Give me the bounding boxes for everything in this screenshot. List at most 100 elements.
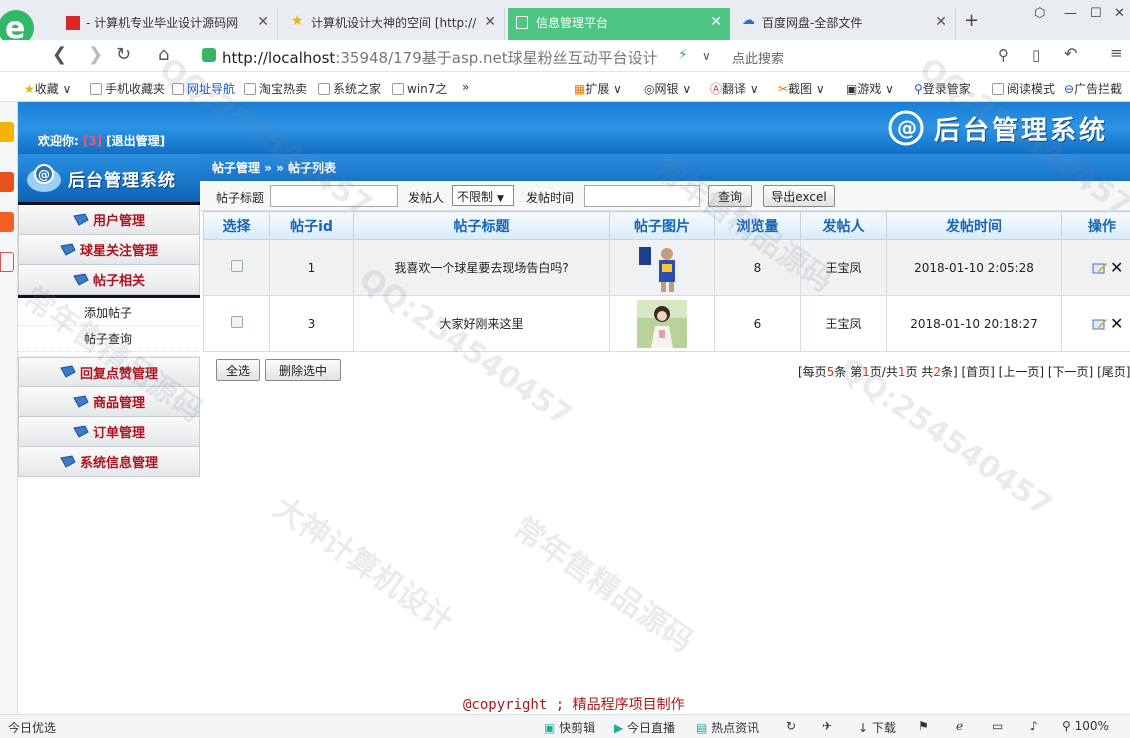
lightning-icon[interactable]: ⚡ — [678, 47, 688, 63]
tab-close-icon[interactable]: ✕ — [484, 14, 496, 30]
row-checkbox[interactable] — [230, 260, 243, 272]
bookmark-screenshot[interactable]: ✂截图 ∨ — [778, 80, 825, 97]
status-download[interactable]: ↓ 下载 — [858, 719, 896, 736]
title-filter-input[interactable] — [270, 185, 398, 207]
bookmark-win7[interactable]: win7之 — [392, 80, 447, 97]
menu-item-user-management[interactable]: 用户管理 — [18, 205, 200, 235]
search-button[interactable]: 查询 — [708, 185, 752, 207]
edit-icon[interactable] — [1092, 262, 1108, 274]
tab-close-icon[interactable]: ✕ — [710, 14, 722, 30]
post-thumbnail[interactable] — [637, 299, 687, 348]
menu-item-label: 回复点赞管理 — [79, 366, 158, 382]
bookmark-nav[interactable]: 网址导航 — [172, 80, 235, 97]
home-button[interactable]: ⌂ — [158, 44, 169, 65]
status-live[interactable]: ▶ 今日直播 — [614, 719, 675, 736]
delete-icon[interactable]: ✕ — [1110, 258, 1123, 277]
tab-close-icon[interactable]: ✕ — [257, 14, 269, 30]
submenu-add-post[interactable]: 添加帖子 — [18, 300, 200, 326]
back-button[interactable]: ❮ — [52, 44, 67, 65]
tab-baidu-pan[interactable]: ☁ 百度网盘-全部文件 ✕ — [734, 8, 956, 40]
status-refresh-icon[interactable]: ↻ — [786, 719, 796, 733]
bookmark-extensions[interactable]: ▦扩展 ∨ — [574, 80, 622, 97]
status-hot-news[interactable]: ▤ 热点资讯 — [696, 719, 759, 736]
tab-close-icon[interactable]: ✕ — [935, 14, 947, 30]
bookmark-bar: ★收藏 ∨ 手机收藏夹 网址导航 淘宝热卖 系统之家 win7之 » ▦扩展 ∨… — [0, 72, 1130, 102]
bookmark-games[interactable]: ▣游戏 ∨ — [846, 80, 894, 97]
maximize-button[interactable]: ☐ — [1090, 6, 1102, 21]
status-volume-icon[interactable]: ♪ — [1030, 719, 1038, 733]
bookmark-taobao[interactable]: 淘宝热卖 — [244, 80, 307, 97]
bookmark-xitong[interactable]: 系统之家 — [318, 80, 381, 97]
menu-item-goods[interactable]: 商品管理 — [18, 387, 200, 417]
bookmark-favorites[interactable]: ★收藏 ∨ — [24, 80, 71, 97]
sidebar-app-icon[interactable] — [0, 122, 14, 142]
bookmark-translate[interactable]: Ⓐ翻译 ∨ — [710, 80, 759, 97]
bookmark-mobile[interactable]: 手机收藏夹 — [90, 80, 165, 97]
sidebar-game-icon[interactable] — [0, 252, 14, 272]
menu-item-posts[interactable]: 帖子相关 — [18, 265, 200, 295]
row-checkbox[interactable] — [230, 316, 243, 328]
page-icon — [392, 83, 404, 95]
status-today-picks[interactable]: 今日优选 — [8, 719, 56, 736]
sidebar-taobao-icon[interactable] — [0, 212, 14, 232]
menu-item-star-follow[interactable]: 球星关注管理 — [18, 235, 200, 265]
new-tab-button[interactable]: + — [964, 10, 979, 31]
tab-space[interactable]: ★ 计算机设计大神的空间 [http:// ✕ — [283, 8, 505, 40]
chat-bubble-icon — [73, 424, 89, 438]
pagination: [每页5条 第1页/共1页 共2条] [首页] [上一页] [下一页] [尾页] — [798, 363, 1130, 380]
status-zoom[interactable]: ⚲ 100% — [1062, 719, 1109, 733]
logout-link[interactable]: [退出管理] — [106, 134, 165, 148]
bookmark-label: » — [462, 80, 470, 94]
bookmark-reading-mode[interactable]: 阅读模式 — [992, 80, 1055, 97]
export-excel-button[interactable]: 导出excel — [763, 185, 835, 207]
svg-text:@: @ — [897, 116, 917, 140]
block-icon: ⊖ — [1064, 82, 1075, 96]
status-ie-icon[interactable]: ℯ — [956, 719, 963, 733]
mobile-icon[interactable]: ▯ — [1032, 46, 1040, 64]
select-all-button[interactable]: 全选 — [216, 359, 260, 381]
search-icon[interactable]: ⚲ — [998, 46, 1009, 64]
bookmark-more[interactable]: » — [462, 80, 469, 94]
close-window-button[interactable]: ✕ — [1114, 6, 1125, 21]
status-window-icon[interactable]: ▭ — [992, 719, 1003, 733]
submenu-query-post[interactable]: 帖子查询 — [18, 326, 200, 352]
skin-icon[interactable]: ⬡ — [1034, 6, 1045, 21]
menu-item-reply-like[interactable]: 回复点赞管理 — [18, 357, 200, 387]
forward-button[interactable]: ❯ — [88, 44, 103, 65]
sidebar-weibo-icon[interactable] — [0, 172, 14, 192]
status-label: 今日直播 — [627, 721, 676, 735]
edit-icon[interactable] — [1092, 318, 1108, 330]
menu-item-orders[interactable]: 订单管理 — [18, 417, 200, 447]
chat-bubble-icon — [73, 394, 89, 408]
menu-item-label: 帖子相关 — [92, 274, 145, 289]
menu-item-system-info[interactable]: 系统信息管理 — [18, 447, 200, 477]
delete-selected-button[interactable]: 删除选中 — [265, 359, 341, 381]
status-tool-icon[interactable]: ✈ — [822, 719, 832, 733]
bookmark-login-manager[interactable]: ⚲登录管家 — [914, 80, 971, 97]
tab-source-site[interactable]: - 计算机专业毕业设计源码网 ✕ — [58, 8, 278, 40]
tab-info-platform[interactable]: 信息管理平台 ✕ — [508, 8, 730, 40]
app-header: 欢迎你: [3] [退出管理] @ 后台管理系统 — [18, 102, 1130, 154]
bookmark-bank[interactable]: ◎网银 ∨ — [644, 80, 691, 97]
bookmark-adblock[interactable]: ⊖广告拦截 — [1064, 80, 1122, 97]
pager-last-link[interactable]: [尾页] — [1097, 365, 1130, 379]
delete-icon[interactable]: ✕ — [1110, 314, 1123, 333]
menu-icon[interactable]: ≡ — [1110, 44, 1123, 62]
pager-next-link[interactable]: [下一页] — [1048, 365, 1093, 379]
status-flag-icon[interactable]: ⚑ — [918, 719, 929, 733]
dropdown-chevron-icon[interactable]: ∨ — [702, 49, 711, 63]
pager-first-link[interactable]: [首页] — [961, 365, 994, 379]
status-quick-edit[interactable]: ▣ 快剪辑 — [544, 719, 595, 736]
post-thumbnail[interactable] — [637, 243, 687, 292]
undo-icon[interactable]: ↶ — [1064, 44, 1077, 63]
pager-prev-link[interactable]: [上一页] — [999, 365, 1044, 379]
minimize-button[interactable]: — — [1064, 6, 1077, 21]
url-input[interactable]: http://localhost:35948/179基于asp.net球星粉丝互… — [196, 44, 716, 68]
col-header-title: 帖子标题 — [353, 211, 610, 240]
time-filter-input[interactable] — [584, 185, 700, 207]
reload-button[interactable]: ↻ — [116, 44, 131, 65]
search-input[interactable]: 点此搜索 — [726, 44, 998, 68]
news-icon: ▤ — [696, 721, 712, 735]
time-filter-label: 发帖时间 — [526, 191, 575, 205]
poster-filter-select[interactable]: 不限制 ▼ — [452, 185, 514, 206]
